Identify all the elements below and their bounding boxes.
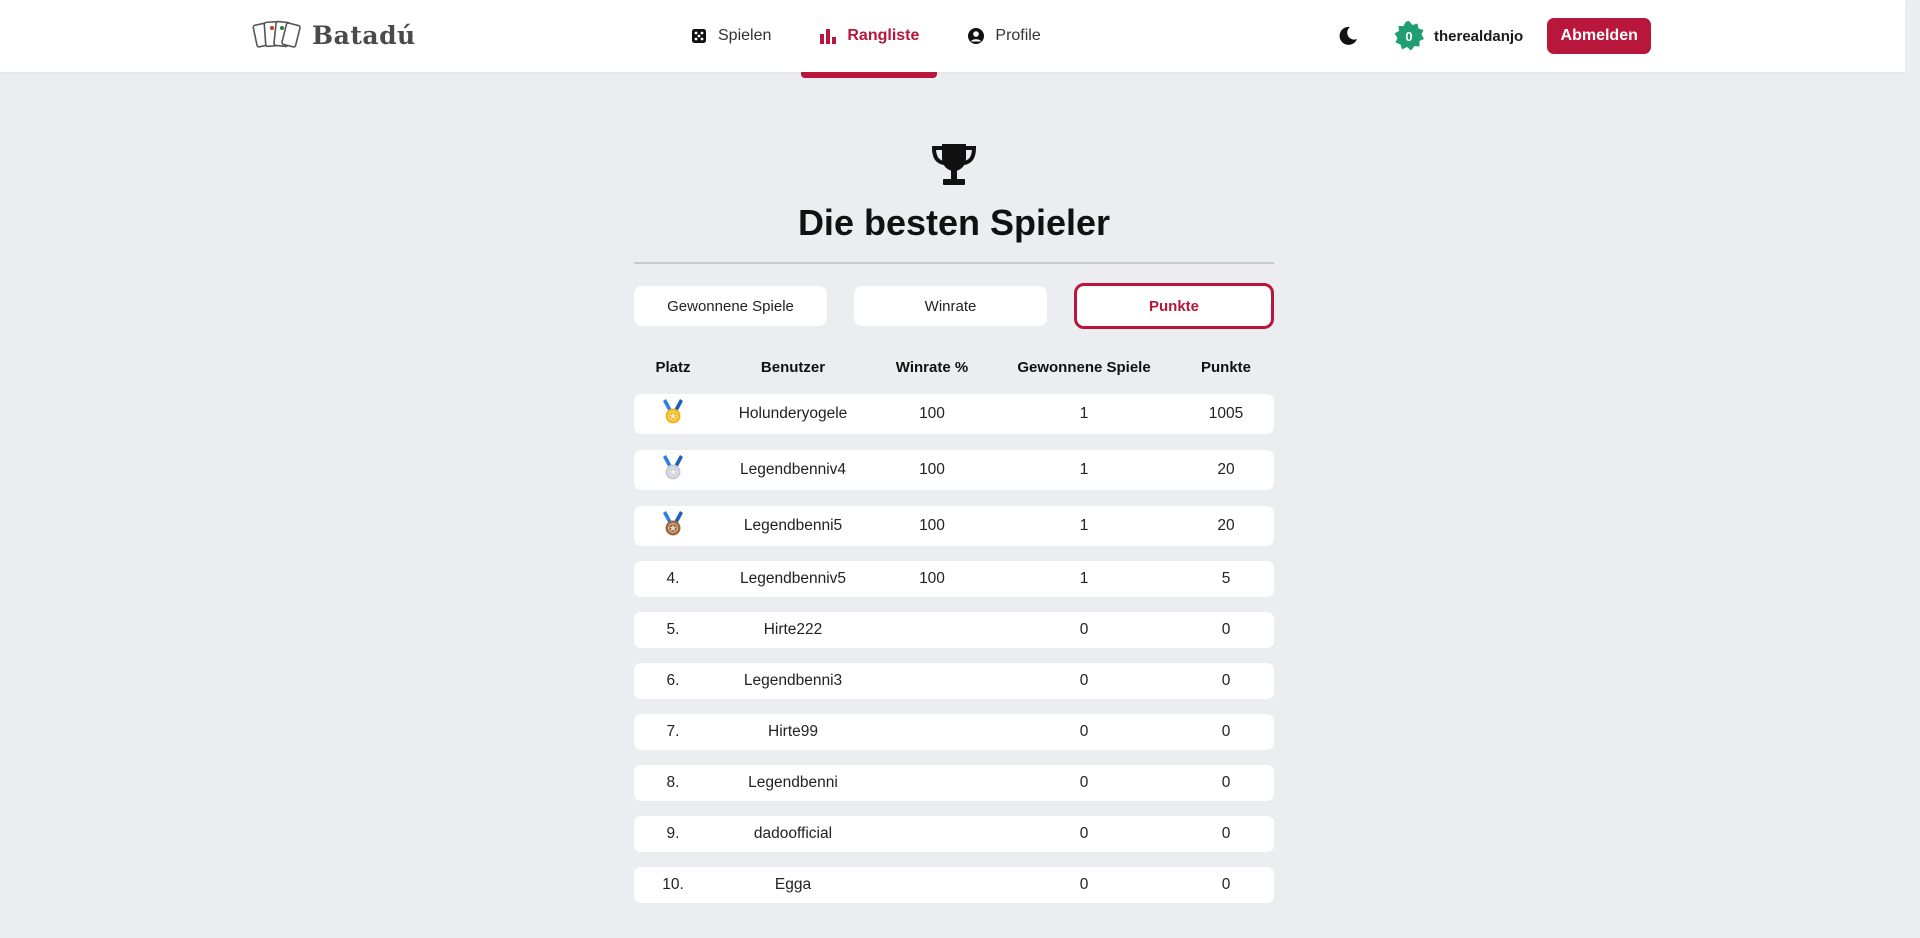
user-cell[interactable]: Legendbenniv4 — [712, 461, 874, 479]
table-row: Legendbenniv4 100 1 20 — [634, 450, 1274, 490]
points-cell: 1005 — [1208, 405, 1244, 422]
points-cell: 20 — [1217, 461, 1235, 478]
points-cell: 0 — [1221, 774, 1231, 791]
top-navbar: Batadú Spielen Rangliste Profile 0 there… — [0, 0, 1905, 78]
user-cell[interactable]: Egga — [712, 876, 874, 894]
won-games-cell: 0 — [1079, 723, 1089, 740]
leaderboard-table: Holunderyogele 100 1 1005 Legendbenniv4 100 1 2… — [634, 394, 1274, 903]
nav-item-profile[interactable]: Profile — [967, 0, 1041, 72]
main-nav: Spielen Rangliste Profile — [690, 0, 1089, 78]
level-value: 0 — [1405, 28, 1413, 44]
tab-winrate[interactable]: Winrate — [854, 286, 1047, 326]
dice-icon — [690, 27, 708, 45]
header-benutzer: Benutzer — [760, 358, 826, 376]
table-row: 10. Egga 0 0 — [634, 867, 1274, 903]
points-cell: 20 — [1217, 517, 1235, 534]
won-games-cell: 1 — [1079, 461, 1089, 478]
nav-label: Rangliste — [847, 27, 920, 44]
trophy-icon — [634, 140, 1274, 190]
leaderboard-section: Die besten Spieler Gewonnene Spiele Winr… — [634, 140, 1274, 903]
nav-label: Profile — [995, 27, 1041, 44]
rank-cell: 6. — [666, 672, 680, 689]
won-games-cell: 1 — [1079, 517, 1089, 534]
rank-cell: 4. — [666, 570, 680, 587]
won-games-cell: 1 — [1079, 570, 1089, 587]
user-cell[interactable]: Legendbenni3 — [712, 672, 874, 690]
level-badge: 0 — [1394, 21, 1424, 51]
won-games-cell: 0 — [1079, 825, 1089, 842]
user-cell[interactable]: Hirte222 — [712, 621, 874, 639]
cards-logo-icon — [252, 18, 302, 52]
rank-cell: 9. — [666, 825, 680, 842]
rank-cell: 8. — [666, 774, 680, 791]
rank-cell: 5. — [666, 621, 680, 638]
won-games-cell: 0 — [1079, 621, 1089, 638]
won-games-cell: 0 — [1079, 774, 1089, 791]
won-games-cell: 1 — [1079, 405, 1089, 422]
rank-cell: 10. — [662, 876, 684, 893]
points-cell: 0 — [1221, 672, 1231, 689]
table-row: 5. Hirte222 0 0 — [634, 612, 1274, 648]
winrate-cell: 100 — [919, 461, 945, 478]
tab-gewonnene-spiele[interactable]: Gewonnene Spiele — [634, 286, 827, 326]
page-title: Die besten Spieler — [797, 202, 1111, 243]
points-cell: 0 — [1221, 723, 1231, 740]
tab-punkte[interactable]: Punkte — [1074, 283, 1274, 329]
table-row: 9. dadoofficial 0 0 — [634, 816, 1274, 852]
user-cell[interactable]: Holunderyogele — [712, 405, 874, 423]
header-winrate: Winrate % — [895, 358, 969, 376]
points-cell: 0 — [1221, 876, 1231, 893]
table-row: 7. Hirte99 0 0 — [634, 714, 1274, 750]
header-platz: Platz — [655, 358, 691, 376]
rank-cell: 7. — [666, 723, 680, 740]
points-cell: 0 — [1221, 621, 1231, 638]
winrate-cell: 100 — [919, 517, 945, 534]
user-cell[interactable]: Legendbenni5 — [712, 517, 874, 535]
divider — [634, 262, 1274, 264]
header-actions: 0 therealdanjo Abmelden — [1336, 0, 1652, 72]
bar-chart-icon — [819, 27, 837, 45]
header-gewonnene-spiele: Gewonnene Spiele — [1017, 358, 1151, 376]
moon-icon[interactable] — [1336, 24, 1360, 48]
winrate-cell: 100 — [919, 570, 945, 587]
user-circle-icon — [967, 27, 985, 45]
table-row: 4. Legendbenniv5 100 1 5 — [634, 561, 1274, 597]
header-punkte: Punkte — [1200, 358, 1251, 376]
nav-label: Spielen — [718, 27, 772, 44]
nav-item-rangliste[interactable]: Rangliste — [801, 0, 938, 78]
user-cell[interactable]: Legendbenniv5 — [712, 570, 874, 588]
table-row: Holunderyogele 100 1 1005 — [634, 394, 1274, 434]
points-cell: 5 — [1221, 570, 1231, 587]
sort-tabs: Gewonnene Spiele Winrate Punkte — [634, 283, 1274, 329]
winrate-cell: 100 — [919, 405, 945, 422]
user-cell[interactable]: dadoofficial — [712, 825, 874, 843]
table-row: Legendbenni5 100 1 20 — [634, 506, 1274, 546]
won-games-cell: 0 — [1079, 672, 1089, 689]
user-info[interactable]: 0 therealdanjo — [1394, 21, 1523, 51]
nav-item-spielen[interactable]: Spielen — [690, 0, 771, 72]
table-row: 6. Legendbenni3 0 0 — [634, 663, 1274, 699]
app-name: Batadú — [312, 20, 416, 50]
silver-medal-icon — [634, 454, 712, 486]
won-games-cell: 0 — [1079, 876, 1089, 893]
logout-button[interactable]: Abmelden — [1547, 18, 1652, 54]
table-header: Platz Benutzer Winrate % Gewonnene Spiel… — [634, 357, 1274, 377]
app-logo[interactable]: Batadú — [252, 18, 416, 52]
table-row: 8. Legendbenni 0 0 — [634, 765, 1274, 801]
bronze-medal-icon — [634, 510, 712, 542]
user-cell[interactable]: Legendbenni — [712, 774, 874, 792]
user-cell[interactable]: Hirte99 — [712, 723, 874, 741]
username: therealdanjo — [1434, 27, 1524, 45]
points-cell: 0 — [1221, 825, 1231, 842]
gold-medal-icon — [634, 398, 712, 430]
